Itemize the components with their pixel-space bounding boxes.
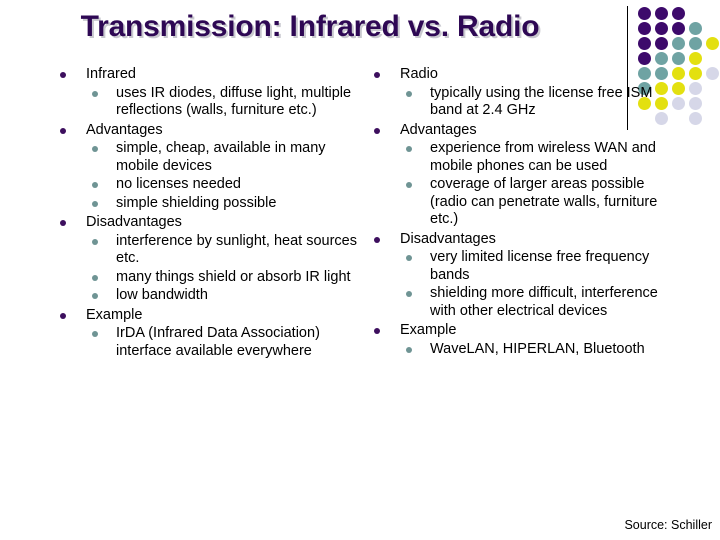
bullet-level2: no licenses needed <box>88 176 368 194</box>
deco-dot-yellow <box>706 37 719 50</box>
bullet-level2: typically using the license free ISM ban… <box>402 85 672 120</box>
deco-dot-teal <box>689 22 702 35</box>
deco-dot-purple <box>638 7 651 20</box>
bullet-level2-label: uses IR diodes, diffuse light, multiple … <box>116 84 352 119</box>
bullet-level2: uses IR diodes, diffuse light, multiple … <box>88 85 368 120</box>
bullet-level1: Infrared <box>58 66 368 84</box>
bullet-level1-label: Advantages <box>400 121 477 138</box>
deco-dot-purple <box>672 22 685 35</box>
bullet-sublist: uses IR diodes, diffuse light, multiple … <box>88 85 368 120</box>
bullet-marker-icon <box>406 90 412 97</box>
radio-bullet-list: Radio typically using the license free IS… <box>372 66 672 358</box>
deco-dot-teal <box>672 37 685 50</box>
bullet-marker-icon <box>92 238 98 245</box>
deco-dot-purple <box>655 22 668 35</box>
bullet-level2: very limited license free frequency band… <box>402 249 672 284</box>
deco-dot-purple <box>638 22 651 35</box>
left-column: Infrared uses IR diodes, diffuse light, m… <box>58 64 368 360</box>
bullet-level1: Disadvantages <box>372 231 672 249</box>
bullet-level2: coverage of larger areas possible (radio… <box>402 176 672 229</box>
bullet-level2-label: interference by sunlight, heat sources e… <box>116 232 357 267</box>
bullet-marker-icon <box>60 220 66 226</box>
page-title: Transmission: Infrared vs. Radio <box>80 10 540 43</box>
bullet-level2-label: typically using the license free ISM ban… <box>430 84 653 119</box>
bullet-marker-icon <box>406 346 412 353</box>
bullet-marker-icon <box>406 146 412 152</box>
bullet-level2: IrDA (Infrared Data Association) interfa… <box>88 325 368 360</box>
bullet-marker-icon <box>374 127 380 134</box>
bullet-sublist: typically using the license free ISM ban… <box>402 85 672 120</box>
bullet-level1-label: Advantages <box>86 121 163 138</box>
bullet-level2: shielding more difficult, interference w… <box>402 285 672 320</box>
bullet-level2: WaveLAN, HIPERLAN, Bluetooth <box>402 341 672 359</box>
bullet-level2: low bandwidth <box>88 287 368 305</box>
bullet-level2: experience from wireless WAN and mobile … <box>402 140 672 175</box>
bullet-level2: simple shielding possible <box>88 195 368 213</box>
bullet-level2-label: very limited license free frequency band… <box>430 249 650 283</box>
bullet-level1: Example <box>372 322 672 340</box>
bullet-sublist: interference by sunlight, heat sources e… <box>88 233 368 305</box>
bullet-sublist: simple, cheap, available in many mobile … <box>88 140 368 212</box>
bullet-marker-icon <box>374 236 380 243</box>
bullet-level2-label: many things shield or absorb IR light <box>116 268 351 285</box>
infrared-bullet-list: Infrared uses IR diodes, diffuse light, m… <box>58 66 368 360</box>
bullet-level1-label: Radio <box>400 66 438 82</box>
bullet-level1: Radio <box>372 66 672 84</box>
bullet-sublist: experience from wireless WAN and mobile … <box>402 140 672 229</box>
bullet-marker-icon <box>406 255 412 261</box>
deco-dot-purple <box>655 37 668 50</box>
deco-dot-purple <box>672 7 685 20</box>
bullet-marker-icon <box>406 182 412 188</box>
bullet-level1-label: Disadvantages <box>400 230 496 247</box>
bullet-level2: interference by sunlight, heat sources e… <box>88 233 368 268</box>
bullet-sublist: very limited license free frequency band… <box>402 249 672 320</box>
bullet-level2-label: WaveLAN, HIPERLAN, Bluetooth <box>430 340 645 357</box>
bullet-level2-label: IrDA (Infrared Data Association) interfa… <box>116 325 320 359</box>
bullet-level2-label: simple shielding possible <box>116 194 277 211</box>
bullet-level2-label: shielding more difficult, interference w… <box>430 285 658 319</box>
deco-dot-purple <box>655 7 668 20</box>
bullet-level1-label: Infrared <box>86 66 136 82</box>
bullet-marker-icon <box>60 72 66 78</box>
bullet-level2-label: coverage of larger areas possible (radio… <box>430 176 658 227</box>
bullet-level2: many things shield or absorb IR light <box>88 269 368 287</box>
bullet-level2-label: simple, cheap, available in many mobile … <box>116 140 326 174</box>
bullet-marker-icon <box>60 312 66 319</box>
right-column: Radio typically using the license free IS… <box>372 64 672 358</box>
bullet-level2: simple, cheap, available in many mobile … <box>88 140 368 175</box>
bullet-level1-label: Example <box>400 322 457 338</box>
bullet-sublist: IrDA (Infrared Data Association) interfa… <box>88 325 368 360</box>
bullet-level2-label: low bandwidth <box>116 287 208 303</box>
bullet-level1: Example <box>58 307 368 325</box>
source-note: Source: Schiller <box>624 518 712 532</box>
bullet-marker-icon <box>406 291 412 297</box>
bullet-level1-label: Disadvantages <box>86 214 182 230</box>
deco-dot-purple <box>638 37 651 50</box>
bullet-marker-icon <box>374 328 380 334</box>
bullet-marker-icon <box>92 274 98 281</box>
bullet-level2-label: experience from wireless WAN and mobile … <box>430 140 656 174</box>
bullet-level1: Advantages <box>58 122 368 140</box>
bullet-level2-label: no licenses needed <box>116 176 241 192</box>
bullet-level1: Disadvantages <box>58 214 368 232</box>
bullet-marker-icon <box>92 331 98 337</box>
bullet-level1: Advantages <box>372 122 672 140</box>
content-columns: Infrared uses IR diodes, diffuse light, m… <box>0 64 720 474</box>
bullet-marker-icon <box>92 293 98 299</box>
bullet-marker-icon <box>92 90 98 97</box>
bullet-marker-icon <box>92 200 98 207</box>
bullet-marker-icon <box>92 146 98 152</box>
bullet-sublist: WaveLAN, HIPERLAN, Bluetooth <box>402 341 672 359</box>
deco-dot-teal <box>689 37 702 50</box>
bullet-marker-icon <box>92 182 98 188</box>
bullet-marker-icon <box>60 127 66 134</box>
bullet-level1-label: Example <box>86 306 143 323</box>
bullet-marker-icon <box>374 72 380 78</box>
